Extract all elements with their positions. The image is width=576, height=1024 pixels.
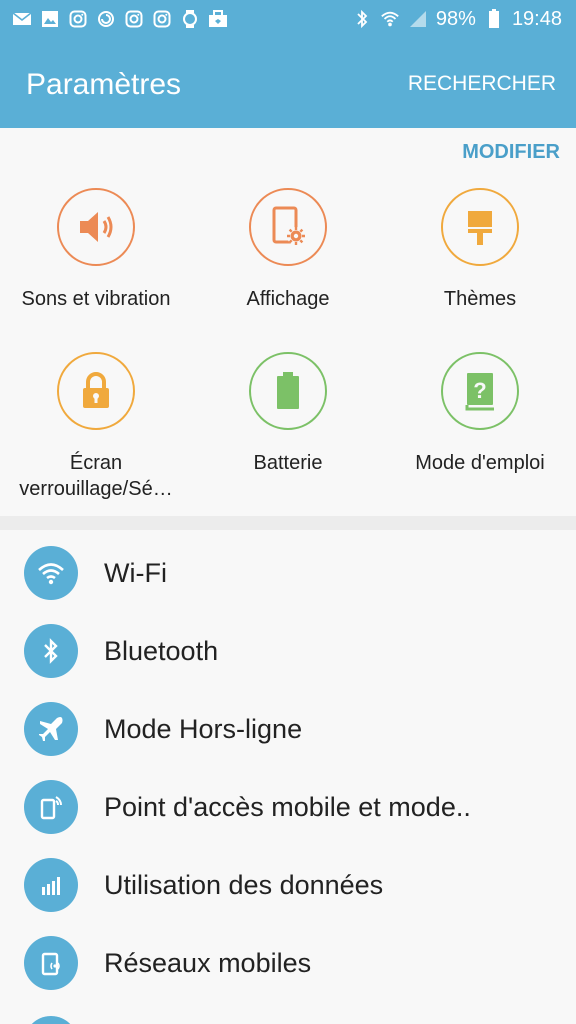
quick-item-lockscreen[interactable]: Écran verrouillage/Sé…	[0, 352, 192, 502]
status-right: 98% 19:48	[352, 8, 562, 31]
display-settings-icon	[249, 188, 327, 266]
battery-icon	[249, 352, 327, 430]
lock-icon	[57, 352, 135, 430]
list-item-airplane-mode[interactable]: Mode Hors-ligne	[0, 690, 576, 768]
watch-icon	[180, 9, 200, 29]
sync-icon	[96, 9, 116, 29]
quick-item-label: Thèmes	[443, 288, 517, 310]
notification-icons	[12, 9, 228, 29]
quick-item-label: Affichage	[246, 288, 330, 310]
wifi-calling-icon	[380, 9, 400, 29]
data-usage-icon	[24, 858, 78, 912]
briefcase-icon	[208, 9, 228, 29]
battery-percentage: 98%	[435, 7, 476, 30]
quick-item-label: Sons et vibration	[21, 288, 171, 310]
instagram-icon	[68, 9, 88, 29]
quick-item-label: Mode d'emploi	[415, 452, 545, 474]
modify-button[interactable]: MODIFIER	[462, 141, 560, 164]
list-item-label: Bluetooth	[104, 635, 219, 666]
bluetooth-icon	[24, 624, 78, 678]
gallery-icon	[40, 9, 60, 29]
brush-icon	[441, 188, 519, 266]
list-item-mobile-networks[interactable]: Réseaux mobiles	[0, 924, 576, 1002]
mobile-network-icon	[24, 936, 78, 990]
section-divider	[0, 516, 576, 530]
list-item-label: Utilisation des données	[104, 869, 384, 900]
settings-icon	[24, 1016, 78, 1024]
wifi-icon	[24, 546, 78, 600]
list-item-label: Point d'accès mobile et mode..	[104, 791, 471, 822]
list-item-bluetooth[interactable]: Bluetooth	[0, 612, 576, 690]
list-item-label: Mode Hors-ligne	[104, 713, 303, 744]
instagram-icon	[124, 9, 144, 29]
hotspot-icon	[24, 780, 78, 834]
quick-item-battery[interactable]: Batterie	[192, 352, 384, 476]
list-item-label: Réseaux mobiles	[104, 947, 312, 978]
help-book-icon: ?	[441, 352, 519, 430]
airplane-icon	[24, 702, 78, 756]
svg-text:?: ?	[473, 378, 486, 403]
signal-icon	[408, 9, 428, 29]
quick-item-display[interactable]: Affichage	[192, 188, 384, 312]
bluetooth-icon	[352, 9, 372, 29]
speaker-icon	[57, 188, 135, 266]
search-button[interactable]: RECHERCHER	[408, 72, 556, 96]
quick-item-user-manual[interactable]: ? Mode d'emploi	[384, 352, 576, 476]
battery-icon	[484, 9, 504, 29]
page-title: Paramètres	[26, 68, 182, 101]
quick-item-themes[interactable]: Thèmes	[384, 188, 576, 312]
quick-item-label: Écran verrouillage/Sé…	[19, 452, 173, 500]
app-bar: Paramètres RECHERCHER	[0, 38, 576, 128]
quick-item-sound[interactable]: Sons et vibration	[0, 188, 192, 312]
list-item-data-usage[interactable]: Utilisation des données	[0, 846, 576, 924]
quick-item-label: Batterie	[253, 452, 323, 474]
list-item-label: Wi-Fi	[104, 557, 167, 588]
list-item-wifi[interactable]: Wi-Fi	[0, 534, 576, 612]
instagram-icon	[152, 9, 172, 29]
mail-icon	[12, 9, 32, 29]
clock: 19:48	[511, 7, 562, 30]
status-bar: 98% 19:48	[0, 0, 576, 38]
list-item-hotspot[interactable]: Point d'accès mobile et mode..	[0, 768, 576, 846]
list-item-partial[interactable]	[0, 1002, 576, 1024]
